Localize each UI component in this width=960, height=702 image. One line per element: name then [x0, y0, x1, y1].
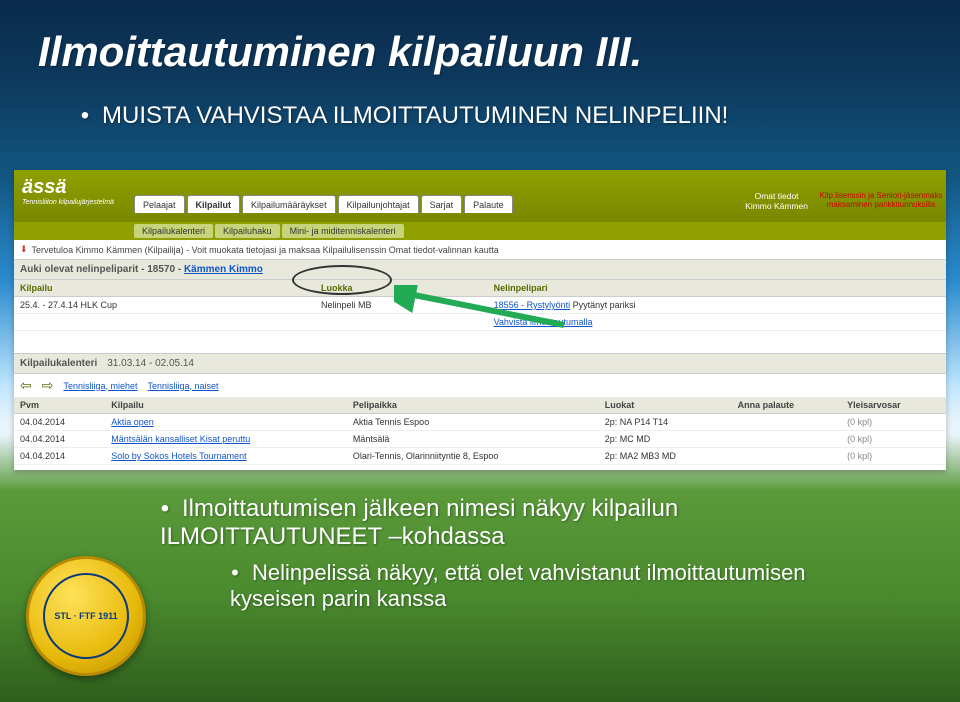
cal-luokat: 2p: MC MD — [599, 431, 732, 448]
nav-kilpailut[interactable]: Kilpailut — [187, 195, 241, 213]
nav-kilpailumaaraykset[interactable]: Kilpailumääräykset — [242, 195, 336, 213]
calendar-tab-miehet[interactable]: Tennisliiga, miehet — [63, 381, 137, 391]
bullet-dot: • — [80, 102, 90, 130]
pairs-row-kilpailu: 25.4. - 27.4.14 HLK Cup — [14, 297, 315, 314]
bullet-reminder: • MUISTA VAHVISTAA ILMOITTAUTUMINEN NELIN… — [80, 102, 728, 130]
cal-paikka: Aktia Tennis Espoo — [347, 414, 599, 431]
nav-lisenssi-l1: Kilp.lisenssin ja Seniori-jäsenmaks — [816, 191, 946, 200]
bullet-reminder-text: MUISTA VAHVISTAA ILMOITTAUTUMINEN NELINP… — [102, 102, 728, 129]
nav-lisenssi-l2: maksaminen pankkitunnuksilla — [816, 200, 946, 209]
slide-title: Ilmoittautuminen kilpailuun III. — [38, 28, 642, 76]
app-logo: ässä Tennisliiton kilpailujärjestelmä — [14, 170, 134, 222]
nav-sarjat[interactable]: Sarjat — [421, 195, 463, 213]
pairs-row-status: Pyytänyt pariksi — [573, 300, 636, 310]
prev-icon[interactable]: ⇦ — [20, 377, 32, 394]
subnav-mini[interactable]: Mini- ja miditenniskalenteri — [282, 224, 404, 238]
pairs-table: Kilpailu Luokka Nelinpelipari 25.4. - 27… — [14, 280, 946, 331]
nav-pelaajat[interactable]: Pelaajat — [134, 195, 185, 213]
calendar-row: 04.04.2014 Aktia open Aktia Tennis Espoo… — [14, 414, 946, 431]
nav-omat-user: Kimmo Kämmen — [745, 201, 808, 211]
col-luokat: Luokat — [599, 397, 732, 414]
nav-palaute[interactable]: Palaute — [464, 195, 513, 213]
pairs-title-prefix: Auki olevat nelinpeliparit - 18570 - — [20, 264, 184, 275]
calendar-daterange: 31.03.14 - 02.05.14 — [107, 358, 194, 369]
cal-pvm: 04.04.2014 — [14, 448, 105, 465]
pairs-panel-title: Auki olevat nelinpeliparit - 18570 - Käm… — [14, 260, 946, 280]
col-kilpailu: Kilpailu — [14, 280, 315, 297]
app-header: ässä Tennisliiton kilpailujärjestelmä Pe… — [14, 170, 946, 222]
col-nelinpelipari: Nelinpelipari — [488, 280, 946, 297]
pairs-row-pari-link[interactable]: 18556 - Rystylyönti — [494, 300, 571, 310]
bullet-dot: • — [160, 495, 170, 523]
app-logo-sub: Tennisliiton kilpailujärjestelmä — [22, 199, 126, 206]
calendar-header-row: Pvm Kilpailu Pelipaikka Luokat Anna pala… — [14, 397, 946, 414]
next-icon[interactable]: ⇨ — [42, 377, 54, 394]
subnav-haku[interactable]: Kilpailuhaku — [215, 224, 280, 238]
cal-kilpailu-link[interactable]: Solo by Sokos Hotels Tournament — [111, 451, 246, 461]
bullet-dot: • — [230, 560, 240, 586]
welcome-text: Tervetuloa Kimmo Kämmen (Kilpailija) - V… — [32, 245, 499, 255]
nav-kilpailunjohtajat[interactable]: Kilpailunjohtajat — [338, 195, 419, 213]
calendar-title: Kilpailukalenteri — [20, 358, 97, 369]
cal-paikka: Olari-Tennis, Olarinniityntie 8, Espoo — [347, 448, 599, 465]
pairs-row-pari: 18556 - Rystylyönti Pyytänyt pariksi — [488, 297, 913, 314]
nav-omat-tiedot[interactable]: Omat tiedot Kimmo Kämmen — [739, 191, 814, 211]
col-yleis: Yleisarvosar — [841, 397, 946, 414]
app-screenshot: ässä Tennisliiton kilpailujärjestelmä Pe… — [14, 170, 946, 470]
pairs-row-luokka: Nelinpeli MB — [315, 297, 488, 314]
federation-badge-text: STL · FTF 1911 — [43, 573, 129, 659]
calendar-row: 04.04.2014 Solo by Sokos Hotels Tourname… — [14, 448, 946, 465]
cal-pal: (0 kpl) — [841, 431, 946, 448]
col-pvm: Pvm — [14, 397, 105, 414]
app-logo-title: ässä — [22, 176, 126, 199]
col-kilpailu: Kilpailu — [105, 397, 347, 414]
bullet-sub: •Nelinpelissä näkyy, että olet vahvistan… — [230, 560, 870, 612]
primary-nav: Pelaajat Kilpailut Kilpailumääräykset Ki… — [134, 170, 946, 222]
bullet-sub-text: Nelinpelissä näkyy, että olet vahvistanu… — [230, 560, 806, 611]
bullet-result: •Ilmoittautumisen jälkeen nimesi näkyy k… — [160, 495, 900, 551]
calendar-header: Kilpailukalenteri 31.03.14 - 02.05.14 — [14, 353, 946, 374]
cal-pvm: 04.04.2014 — [14, 431, 105, 448]
confirm-registration-link[interactable]: Vahvista ilmoittautumalla — [494, 317, 593, 327]
col-palaute: Anna palaute — [732, 397, 842, 414]
col-luokka: Luokka — [315, 280, 488, 297]
welcome-bar: ⬇ Tervetuloa Kimmo Kämmen (Kilpailija) -… — [14, 240, 946, 260]
cal-kilpailu-link[interactable]: Mäntsälän kansalliset Kisat peruttu — [111, 434, 250, 444]
nav-omat-label: Omat tiedot — [745, 191, 808, 201]
cal-luokat: 2p: MA2 MB3 MD — [599, 448, 732, 465]
pairs-row: 25.4. - 27.4.14 HLK Cup Nelinpeli MB 185… — [14, 297, 946, 314]
alert-icon: ⬇ — [20, 244, 28, 255]
cal-pal: (0 kpl) — [841, 448, 946, 465]
pairs-title-link[interactable]: Kämmen Kimmo — [184, 264, 263, 275]
federation-badge: STL · FTF 1911 — [26, 556, 146, 676]
nav-lisenssi[interactable]: Kilp.lisenssin ja Seniori-jäsenmaks maks… — [816, 191, 946, 209]
calendar-tab-naiset[interactable]: Tennisliiga, naiset — [148, 381, 219, 391]
subnav-kalenteri[interactable]: Kilpailukalenteri — [134, 224, 213, 238]
pairs-header-row: Kilpailu Luokka Nelinpelipari — [14, 280, 946, 297]
calendar-table: Pvm Kilpailu Pelipaikka Luokat Anna pala… — [14, 397, 946, 465]
calendar-nav: ⇦ ⇨ Tennisliiga, miehet Tennisliiga, nai… — [14, 374, 946, 397]
cal-pvm: 04.04.2014 — [14, 414, 105, 431]
cal-pal: (0 kpl) — [841, 414, 946, 431]
pairs-confirm-row: Vahvista ilmoittautumalla — [14, 314, 946, 331]
cal-kilpailu-link[interactable]: Aktia open — [111, 417, 154, 427]
cal-paikka: Mäntsälä — [347, 431, 599, 448]
calendar-row: 04.04.2014 Mäntsälän kansalliset Kisat p… — [14, 431, 946, 448]
cal-luokat: 2p: NA P14 T14 — [599, 414, 732, 431]
secondary-nav: Kilpailukalenteri Kilpailuhaku Mini- ja … — [14, 222, 946, 240]
col-pelipaikka: Pelipaikka — [347, 397, 599, 414]
bullet-result-text: Ilmoittautumisen jälkeen nimesi näkyy ki… — [160, 495, 678, 550]
